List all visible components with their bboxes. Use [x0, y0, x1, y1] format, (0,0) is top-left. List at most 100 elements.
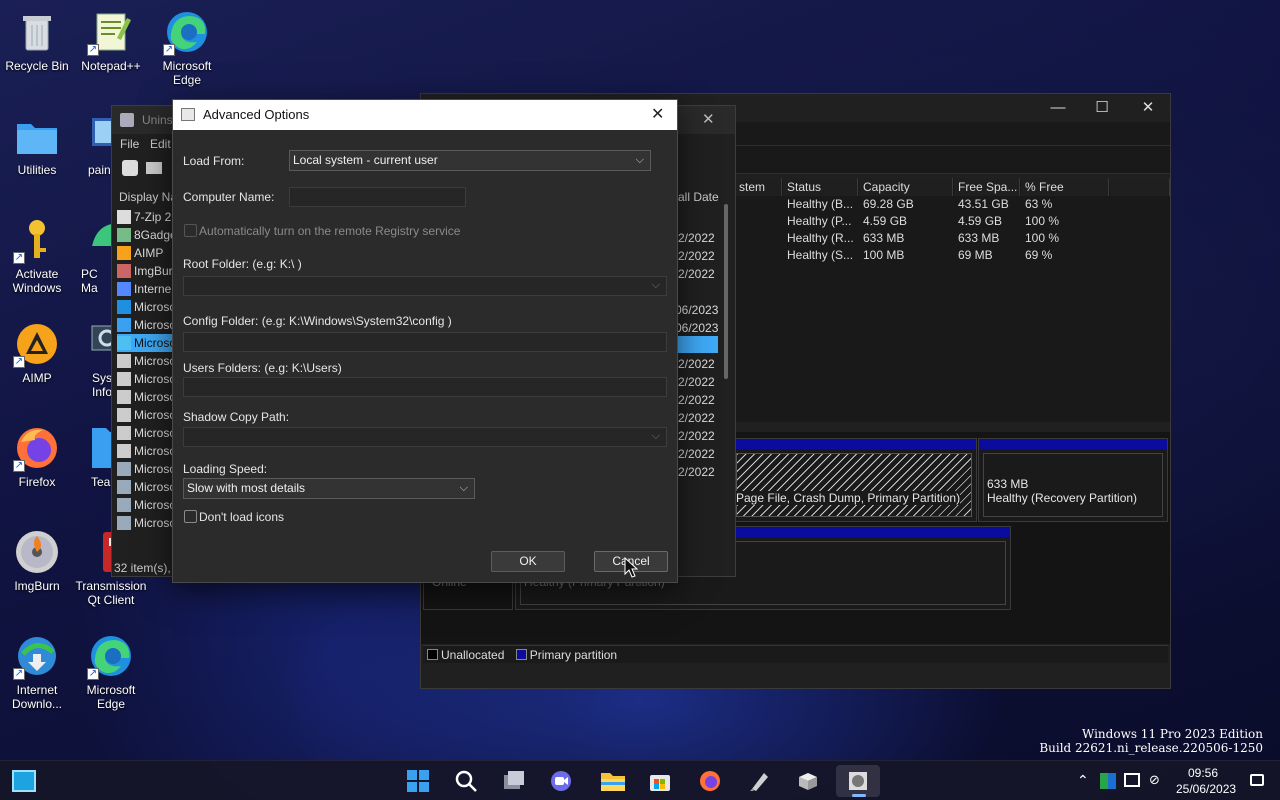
desktop-icon-utilities[interactable]: Utilities — [0, 112, 74, 177]
column-header-free-space[interactable]: Free Spa... — [954, 178, 1020, 196]
shadow-copy-combo[interactable]: ⌵ — [183, 427, 667, 447]
program-name: Microso — [134, 462, 177, 476]
uninstall-tool-icon[interactable] — [122, 160, 138, 176]
active-app-highlight[interactable] — [836, 765, 880, 797]
list-item[interactable]: Microso — [117, 388, 177, 406]
desktop-icon-label: Syst Info — [92, 371, 114, 399]
desktop-icon-label: Tea — [91, 475, 111, 489]
dont-load-icons-checkbox[interactable] — [184, 510, 197, 523]
search-icon[interactable] — [454, 769, 480, 793]
computer-name-field[interactable] — [289, 187, 466, 207]
desktop-icon-microsoft-edge-2[interactable]: ↗ Microsoft Edge — [74, 632, 148, 711]
desktop-icon-paint[interactable]: pain — [74, 112, 114, 177]
task-view-icon[interactable] — [502, 769, 528, 793]
program-icon — [117, 444, 131, 458]
install-date: 2/2022 — [678, 231, 715, 245]
desktop-icon-imgburn[interactable]: ImgBurn — [0, 528, 74, 593]
desktop-icon-internet-download-manager[interactable]: ↗ Internet Downlo... — [0, 632, 74, 711]
minimize-button[interactable]: — — [1043, 98, 1073, 118]
menu-file[interactable]: File — [120, 137, 139, 151]
desktop-icon-microsoft-edge[interactable]: ↗ Microsoft Edge — [150, 8, 224, 87]
column-header-capacity[interactable]: Capacity — [859, 178, 953, 196]
desktop-icon-teams[interactable]: Tea — [74, 424, 114, 489]
clock[interactable]: 09:56 25/06/2023 — [1176, 765, 1236, 797]
program-icon — [117, 300, 131, 314]
widgets-icon[interactable] — [12, 770, 36, 792]
column-header-status[interactable]: Status — [783, 178, 858, 196]
list-item[interactable]: Microso — [117, 514, 177, 532]
list-item[interactable]: Microso — [117, 406, 177, 424]
notification-icon[interactable] — [1250, 774, 1264, 786]
users-folders-field[interactable] — [183, 377, 667, 397]
program-name: Microso — [134, 336, 177, 350]
taskbar: ⌃ ⊘ 09:56 25/06/2023 — [0, 760, 1280, 800]
list-item[interactable]: Microso — [117, 316, 177, 334]
list-item[interactable]: Microso — [117, 478, 177, 496]
list-item[interactable]: Microso — [117, 460, 177, 478]
remote-registry-checkbox[interactable] — [184, 224, 197, 237]
loading-speed-select[interactable]: Slow with most details ⌵ — [183, 478, 475, 499]
list-item[interactable]: 7-Zip 2 — [117, 208, 177, 226]
desktop-icon-recycle-bin[interactable]: Recycle Bin — [0, 8, 74, 73]
list-item[interactable]: Microso — [117, 496, 177, 514]
list-item[interactable]: Microso — [117, 424, 177, 442]
uninstaller-taskbar-icon[interactable] — [796, 769, 822, 793]
partition-recovery[interactable]: 633 MB Healthy (Recovery Partition) — [978, 438, 1168, 522]
list-item[interactable]: 8Gadge — [117, 226, 177, 244]
rocket-app-icon[interactable] — [748, 769, 774, 793]
config-folder-field[interactable] — [183, 332, 667, 352]
program-name: Microso — [134, 480, 177, 494]
free-cell: 4.59 GB — [958, 214, 1003, 228]
chat-icon[interactable] — [549, 769, 575, 793]
desktop-icon-notepad-plus-plus[interactable]: ↗ Notepad++ — [74, 8, 148, 73]
load-from-select[interactable]: Local system - current user ⌵ — [289, 150, 651, 171]
firefox-icon[interactable] — [698, 769, 724, 793]
shadow-copy-label: Shadow Copy Path: — [183, 410, 290, 424]
desktop-icon-activate-windows[interactable]: ↗ Activate Windows — [0, 216, 74, 295]
desktop-icon-aimp[interactable]: ↗ AIMP — [0, 320, 74, 385]
menu-edit[interactable]: Edit — [150, 137, 171, 151]
program-name: Microso — [134, 498, 177, 512]
free-cell: 69 MB — [958, 248, 993, 262]
list-item[interactable]: Microso — [117, 298, 177, 316]
close-button[interactable]: ✕ — [1133, 98, 1163, 118]
desktop-icon-label: Activate Windows — [12, 267, 62, 295]
list-item[interactable]: AIMP — [117, 244, 177, 262]
list-item[interactable]: Microso — [117, 334, 177, 352]
list-item[interactable]: Microso — [117, 352, 177, 370]
list-item[interactable]: ImgBur — [117, 262, 177, 280]
ok-button[interactable]: OK — [491, 551, 565, 572]
properties-tool-icon[interactable] — [146, 162, 162, 174]
defender-icon[interactable] — [1100, 773, 1116, 789]
close-button[interactable]: ✕ — [651, 100, 664, 130]
column-header-display-name[interactable]: Display Na — [119, 190, 177, 204]
percent-cell: 63 % — [1025, 197, 1053, 211]
list-item[interactable]: Microso — [117, 370, 177, 388]
column-header-percent-free[interactable]: % Free — [1021, 178, 1109, 196]
percent-cell: 69 % — [1025, 248, 1053, 262]
desktop-icon-pc-manager[interactable]: PC Ma — [74, 216, 114, 295]
program-icon — [117, 516, 131, 530]
desktop-icon-system-info[interactable]: Syst Info — [74, 320, 114, 399]
selected-row-highlight — [678, 336, 718, 353]
program-icon — [117, 336, 131, 350]
program-name: 8Gadge — [134, 228, 177, 242]
desktop-icon-firefox[interactable]: ↗ Firefox — [0, 424, 74, 489]
chevron-up-icon[interactable]: ⌃ — [1077, 772, 1089, 789]
column-header-filesystem[interactable]: stem — [735, 178, 782, 196]
partition-c[interactable]: Page File, Crash Dump, Primary Partition… — [731, 438, 977, 522]
store-icon[interactable] — [648, 769, 674, 793]
list-item[interactable]: Microso — [117, 442, 177, 460]
program-name: ImgBur — [134, 264, 173, 278]
maximize-button[interactable]: ☐ — [1087, 98, 1117, 118]
column-header-install-date[interactable]: all Date — [678, 190, 719, 204]
list-item[interactable]: Interne — [117, 280, 177, 298]
close-button[interactable]: ✕ — [702, 110, 715, 128]
file-explorer-icon[interactable] — [600, 769, 626, 793]
display-icon[interactable] — [1124, 773, 1140, 787]
start-icon[interactable] — [406, 769, 432, 793]
network-icon[interactable]: ⊘ — [1149, 772, 1160, 788]
vertical-scrollbar[interactable] — [724, 204, 728, 379]
root-folder-combo[interactable]: ⌵ — [183, 276, 667, 296]
status-cell: Healthy (R... — [787, 231, 854, 245]
